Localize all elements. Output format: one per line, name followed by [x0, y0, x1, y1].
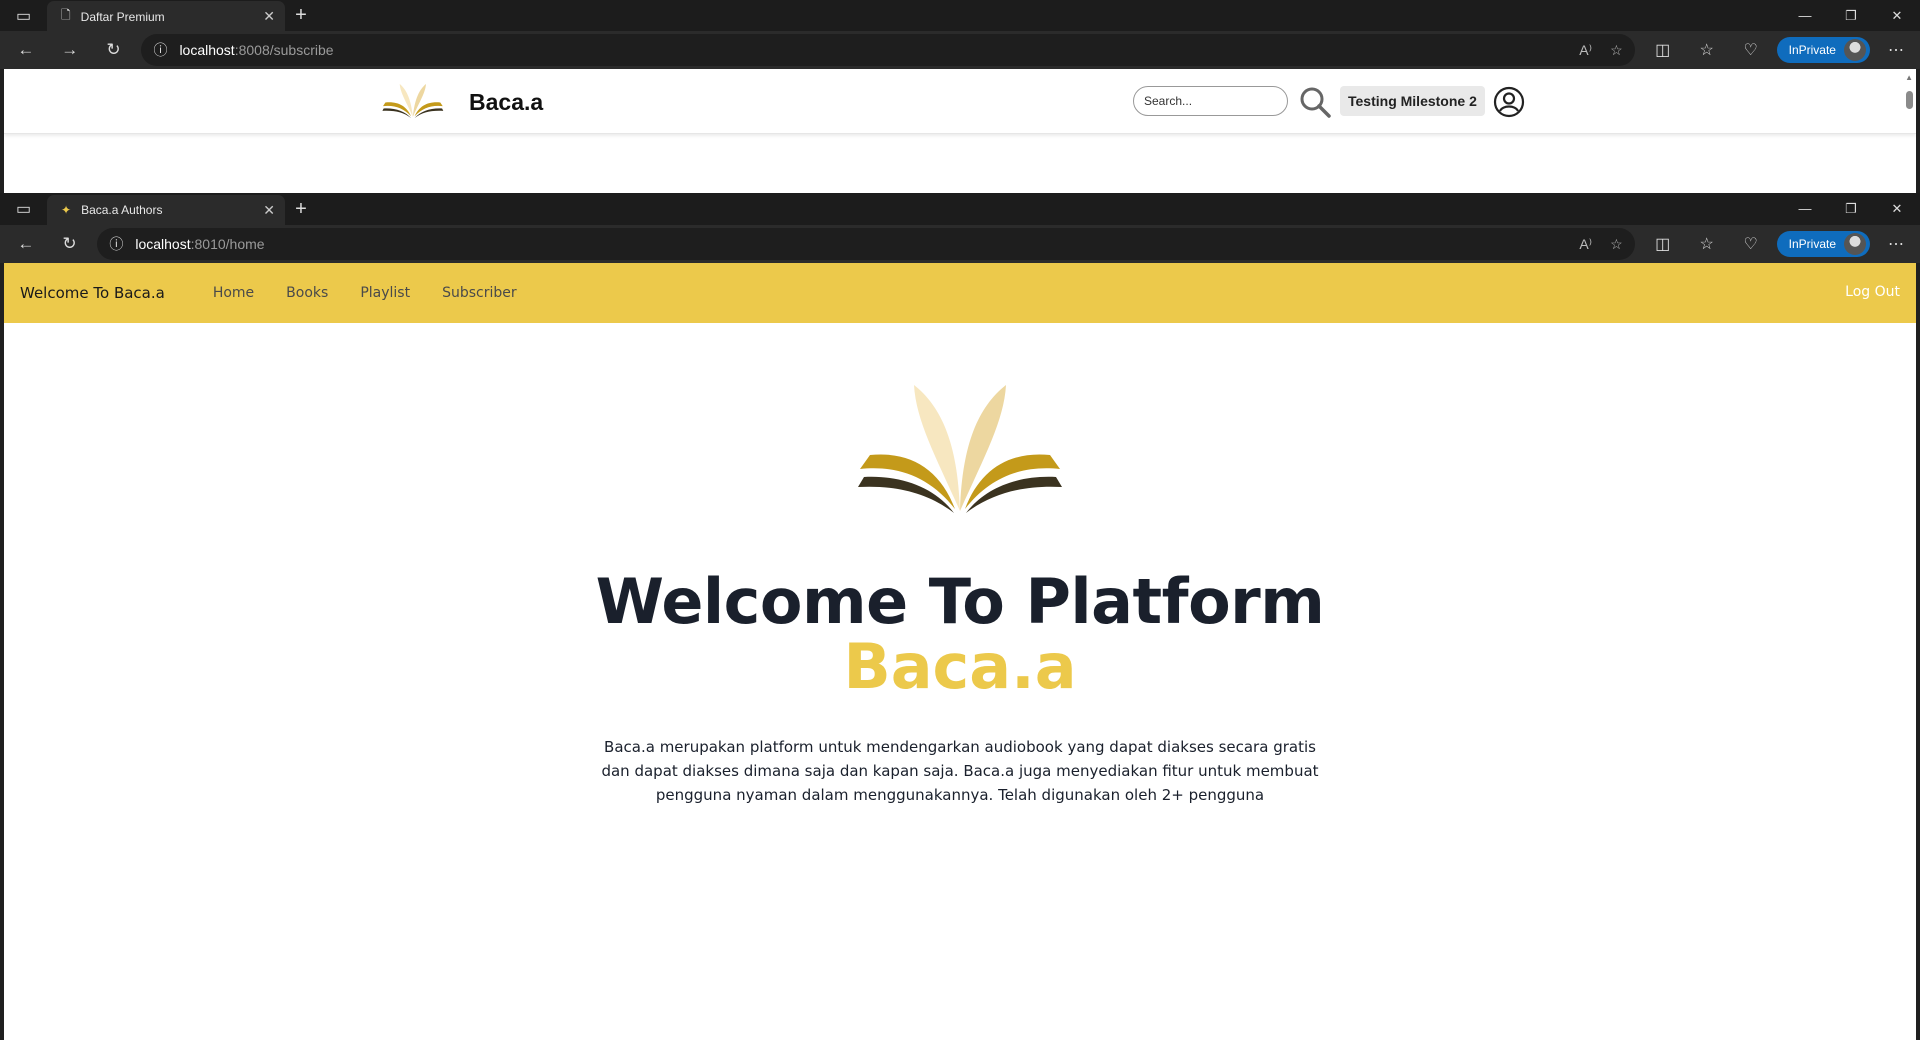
split-screen-icon[interactable]: ◫: [1645, 228, 1681, 260]
tab-baca-authors[interactable]: ✦ Baca.a Authors ✕: [47, 194, 285, 226]
tab-strip: ▭ ✦ Baca.a Authors ✕ + — ❐ ✕: [0, 193, 1920, 226]
favorites-icon[interactable]: ☆: [1689, 34, 1725, 66]
browser-window-subscribe: ▭ 🗋 Daftar Premium ✕ + — ❐ ✕ ← → ↻ ⓘ loc…: [0, 0, 1920, 193]
page-viewport: Welcome To Baca.a Home Books Playlist Su…: [4, 263, 1916, 1040]
tab-title: Daftar Premium: [80, 9, 165, 24]
close-tab-icon[interactable]: ✕: [263, 8, 275, 25]
url-path: :8010/home: [190, 236, 265, 252]
nav-books[interactable]: Books: [286, 285, 328, 301]
hero-subtitle: Baca.a: [843, 630, 1077, 704]
site-info-icon[interactable]: ⓘ: [109, 234, 123, 254]
avatar: [1844, 233, 1867, 255]
browser-toolbar: ← ↻ ⓘ localhost:8010/home A⁾ ☆ ◫ ☆ ♡ InP…: [0, 225, 1920, 263]
search-input[interactable]: Search...: [1133, 86, 1288, 116]
restore-button[interactable]: ❐: [1828, 0, 1874, 31]
avatar: [1843, 39, 1866, 61]
restore-button[interactable]: ❐: [1828, 193, 1874, 224]
inprivate-badge[interactable]: InPrivate: [1776, 231, 1871, 257]
nav-home[interactable]: Home: [213, 285, 254, 301]
favorite-star-icon[interactable]: ☆: [1610, 236, 1623, 253]
address-bar[interactable]: ⓘ localhost:8008/subscribe A⁾ ☆: [141, 34, 1635, 66]
book-logo-icon: [857, 385, 1062, 513]
more-menu-icon[interactable]: ⋯: [1878, 228, 1914, 260]
window-controls: — ❐ ✕: [1782, 0, 1920, 31]
more-menu-icon[interactable]: ⋯: [1878, 34, 1914, 66]
split-screen-icon[interactable]: ◫: [1645, 34, 1681, 66]
page-icon: 🗋: [61, 8, 71, 22]
close-window-button[interactable]: ✕: [1874, 0, 1920, 31]
url-host: localhost: [135, 236, 191, 252]
inprivate-label: InPrivate: [1788, 237, 1837, 251]
new-tab-button[interactable]: +: [285, 194, 317, 225]
browser-essentials-icon[interactable]: ♡: [1733, 228, 1769, 260]
page-viewport: Baca.a Search... Testing Milestone 2 ▲: [4, 69, 1916, 193]
favorite-star-icon[interactable]: ☆: [1610, 42, 1623, 59]
inprivate-badge[interactable]: InPrivate: [1776, 37, 1870, 63]
url-host: localhost: [179, 42, 235, 58]
page-scrollbar[interactable]: ▲: [1902, 69, 1916, 193]
scroll-up-icon[interactable]: ▲: [1905, 73, 1913, 82]
scrollbar-thumb[interactable]: [1906, 91, 1913, 109]
read-aloud-icon[interactable]: A⁾: [1579, 236, 1592, 253]
browser-toolbar: ← → ↻ ⓘ localhost:8008/subscribe A⁾ ☆ ◫ …: [0, 31, 1920, 69]
book-favicon-icon: ✦: [61, 203, 72, 217]
read-aloud-icon[interactable]: A⁾: [1579, 42, 1592, 59]
hero-description: Baca.a merupakan platform untuk mendenga…: [601, 738, 1319, 805]
nav-subscriber[interactable]: Subscriber: [442, 285, 517, 301]
site-header: Baca.a Search... Testing Milestone 2: [4, 69, 1916, 134]
nav-playlist[interactable]: Playlist: [360, 285, 410, 301]
refresh-button[interactable]: ↻: [94, 34, 134, 66]
refresh-button[interactable]: ↻: [50, 228, 90, 260]
inprivate-label: InPrivate: [1788, 43, 1836, 57]
favorites-icon[interactable]: ☆: [1689, 228, 1725, 260]
user-profile-icon[interactable]: [1493, 86, 1525, 118]
main-navbar: Welcome To Baca.a Home Books Playlist Su…: [4, 263, 1916, 323]
user-name-button[interactable]: Testing Milestone 2: [1340, 86, 1485, 116]
site-title[interactable]: Baca.a: [469, 89, 543, 116]
hero-title: Welcome To Platform: [595, 565, 1325, 638]
back-button[interactable]: ←: [6, 228, 46, 260]
browser-window-authors: ▭ ✦ Baca.a Authors ✕ + — ❐ ✕ ← ↻ ⓘ local…: [0, 193, 1920, 1040]
logout-link[interactable]: Log Out: [1845, 284, 1900, 300]
tab-actions-icon[interactable]: ▭: [0, 194, 47, 225]
minimize-button[interactable]: —: [1782, 0, 1828, 31]
minimize-button[interactable]: —: [1782, 193, 1828, 224]
forward-button[interactable]: →: [50, 34, 90, 66]
close-tab-icon[interactable]: ✕: [263, 202, 275, 219]
window-controls: — ❐ ✕: [1782, 193, 1920, 224]
tab-title: Baca.a Authors: [81, 203, 163, 217]
close-window-button[interactable]: ✕: [1874, 193, 1920, 224]
tab-strip: ▭ 🗋 Daftar Premium ✕ + — ❐ ✕: [0, 0, 1920, 32]
navbar-brand[interactable]: Welcome To Baca.a: [20, 284, 165, 302]
tab-actions-icon[interactable]: ▭: [0, 0, 47, 31]
url-path: :8008/subscribe: [234, 42, 334, 58]
tab-daftar-premium[interactable]: 🗋 Daftar Premium ✕: [47, 1, 285, 32]
back-button[interactable]: ←: [6, 34, 46, 66]
site-info-icon[interactable]: ⓘ: [153, 40, 167, 60]
address-bar[interactable]: ⓘ localhost:8010/home A⁾ ☆: [97, 228, 1635, 260]
hero-section: Welcome To Platform Baca.a Baca.a merupa…: [4, 381, 1916, 807]
search-icon[interactable]: [1298, 85, 1332, 119]
new-tab-button[interactable]: +: [285, 0, 317, 31]
book-logo-icon[interactable]: [382, 81, 444, 121]
browser-essentials-icon[interactable]: ♡: [1733, 34, 1769, 66]
